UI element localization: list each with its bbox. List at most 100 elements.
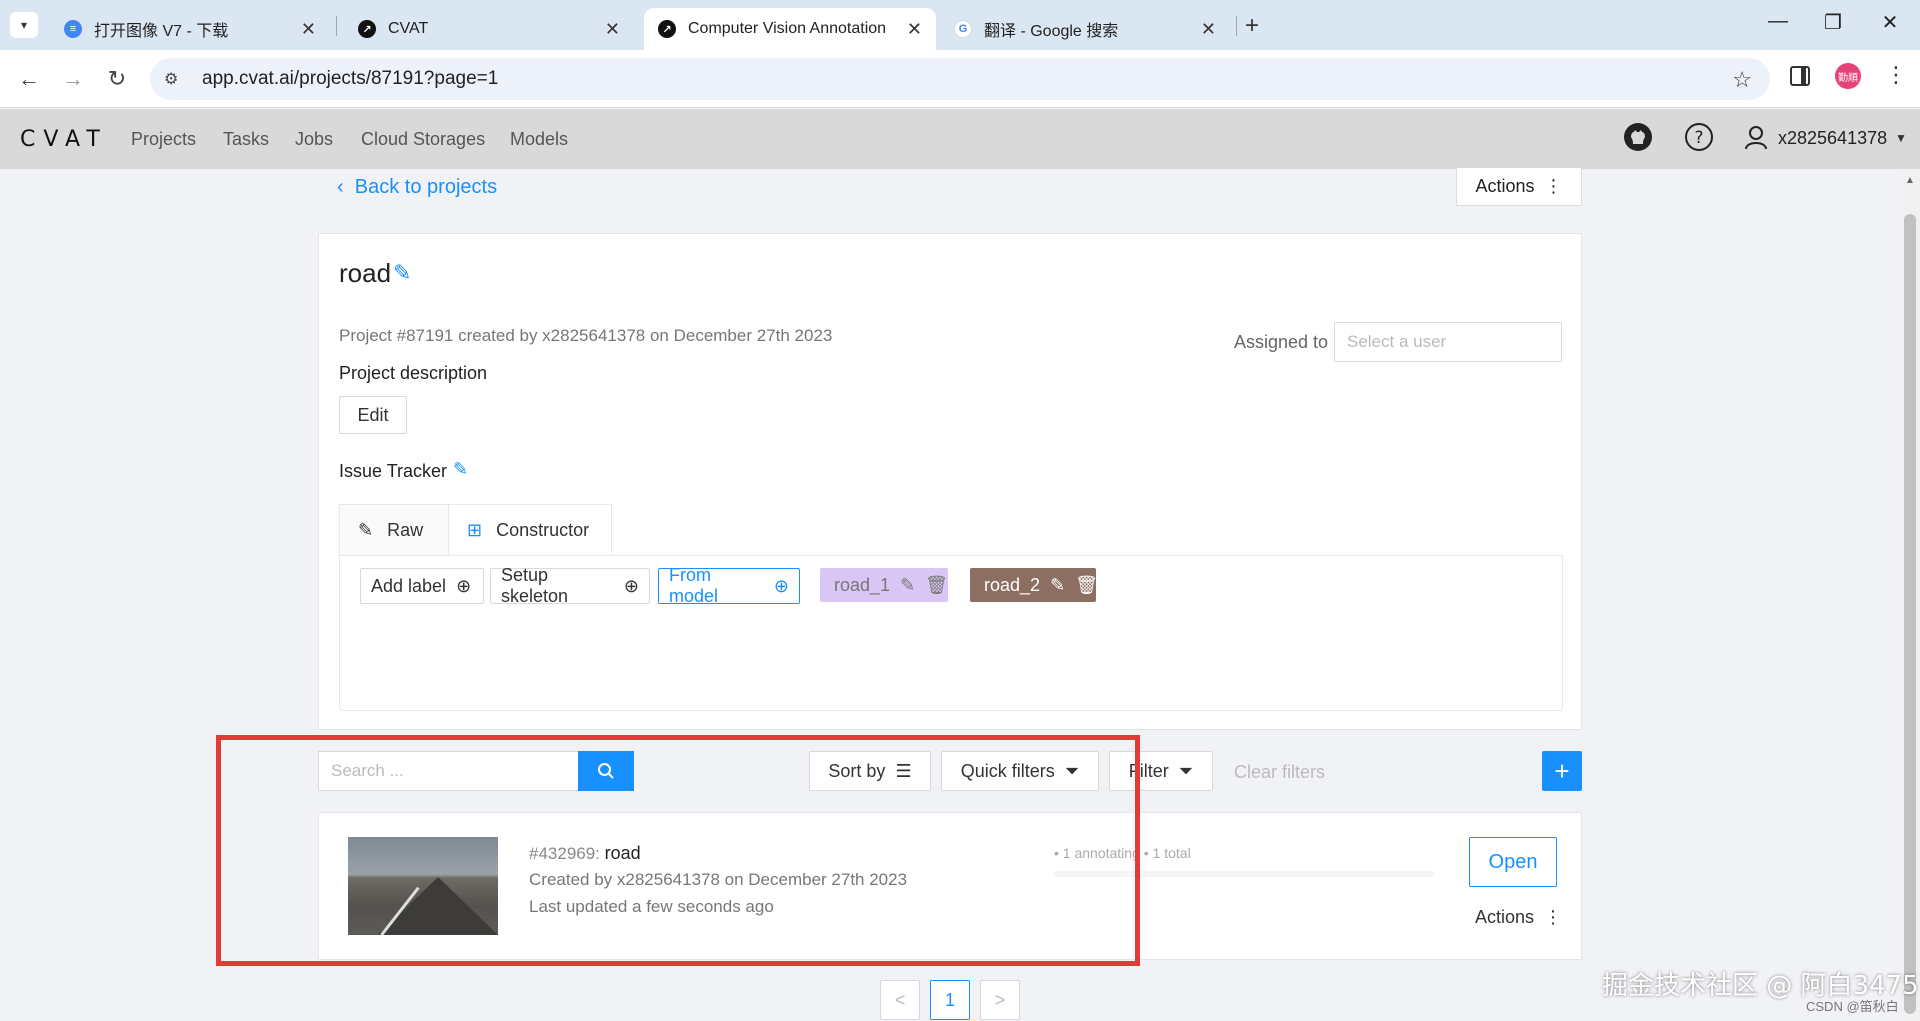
search-input[interactable]: Search ...	[318, 751, 578, 791]
nav-tasks[interactable]: Tasks	[223, 129, 269, 150]
close-icon[interactable]: ✕	[907, 19, 922, 40]
back-arrow-icon[interactable]: ←	[14, 66, 44, 92]
from-model-text: From model	[669, 565, 719, 606]
page-scrollbar[interactable]: ▲	[1900, 169, 1920, 1021]
add-label-button[interactable]: Add label ⊕	[360, 568, 484, 604]
nav-projects[interactable]: Projects	[131, 129, 196, 150]
profile-avatar[interactable]: 勤順	[1835, 63, 1861, 89]
task-actions-label: Actions	[1475, 907, 1535, 927]
minimize-icon[interactable]: —	[1758, 10, 1798, 33]
restore-icon[interactable]: ❐	[1813, 10, 1853, 35]
delete-icon[interactable]: 🗑	[1075, 575, 1098, 596]
actions-label: Actions	[1475, 176, 1535, 196]
close-icon[interactable]: ✕	[605, 19, 620, 40]
forward-arrow-icon[interactable]: →	[58, 66, 88, 92]
label-chip-road-2[interactable]: road_2 ✎ 🗑	[970, 568, 1098, 602]
close-icon[interactable]: ✕	[1201, 19, 1216, 40]
task-updated: Last updated a few seconds ago	[529, 897, 774, 916]
cvat-icon: ↗	[658, 20, 676, 38]
create-task-button[interactable]: +	[1542, 751, 1582, 791]
sort-by-button[interactable]: Sort by ☰	[809, 751, 931, 791]
search-button[interactable]	[578, 751, 634, 791]
google-icon: G	[954, 20, 972, 38]
task-item: #432969: road Created by x2825641378 on …	[318, 812, 1582, 960]
filter-button[interactable]: Filter ⏷	[1109, 751, 1213, 791]
tab-separator	[336, 16, 337, 36]
clear-filters-button[interactable]: Clear filters	[1234, 762, 1325, 783]
scrollbar-thumb[interactable]	[1904, 214, 1916, 1014]
browser-tab-1[interactable]: ≡ 打开图像 V7 - 下载 ✕	[50, 8, 330, 50]
browser-tab-4[interactable]: G 翻译 - Google 搜索 ✕	[940, 8, 1230, 50]
tab-search-button[interactable]: ▾	[10, 12, 38, 38]
user-icon[interactable]	[1740, 121, 1772, 153]
browser-tab-2[interactable]: ↗ CVAT ✕	[344, 8, 634, 50]
cvat-icon: ↗	[358, 20, 376, 38]
help-icon[interactable]: ?	[1683, 121, 1715, 153]
quick-filters-label: Quick filters	[960, 760, 1055, 781]
edit-pencil-icon[interactable]: ✎	[393, 260, 411, 286]
tab-constructor-label: Constructor	[496, 519, 590, 540]
next-page-button[interactable]: >	[980, 980, 1020, 1020]
app-header: CVAT Projects Tasks Jobs Cloud Storages …	[0, 109, 1920, 169]
github-icon[interactable]	[1622, 121, 1654, 153]
site-settings-icon[interactable]: ⚙	[164, 69, 188, 89]
filter-label: Filter	[1128, 760, 1169, 781]
from-model-button[interactable]: From model ⊕	[658, 565, 800, 606]
edit-description-button[interactable]: Edit	[339, 396, 407, 434]
address-bar[interactable]: ⚙ app.cvat.ai/projects/87191?page=1 ☆	[150, 58, 1770, 100]
tab-title: Computer Vision Annotation	[688, 20, 887, 37]
filter-icon: ⏷	[1064, 760, 1080, 781]
sort-label: Sort by	[828, 760, 886, 781]
delete-icon[interactable]: 🗑	[925, 575, 948, 596]
scroll-up-arrow-icon[interactable]: ▲	[1905, 175, 1915, 186]
reload-icon[interactable]: ↻	[102, 66, 132, 92]
bookmark-star-icon[interactable]: ☆	[1732, 67, 1752, 93]
label-chip-road-1[interactable]: road_1 ✎ 🗑	[820, 568, 948, 602]
task-thumbnail[interactable]	[348, 837, 498, 935]
prev-page-button[interactable]: <	[880, 980, 920, 1020]
edit-issue-tracker-icon[interactable]: ✎	[453, 459, 468, 480]
edit-icon[interactable]: ✎	[900, 575, 915, 596]
task-search: Search ...	[318, 751, 634, 791]
page-1-button[interactable]: 1	[930, 980, 970, 1020]
more-vertical-icon: ⋮	[1544, 907, 1563, 927]
nav-models[interactable]: Models	[510, 129, 568, 150]
nav-cloud-storages[interactable]: Cloud Storages	[361, 129, 485, 150]
project-details-card: road ✎ Project #87191 created by x282564…	[318, 233, 1582, 730]
edit-icon: ✎	[358, 519, 374, 540]
watermark-sub: CSDN @笛秋白	[1806, 999, 1899, 1014]
tab-raw[interactable]: ✎ Raw	[339, 504, 449, 556]
cvat-logo[interactable]: CVAT	[20, 127, 108, 152]
back-to-projects-link[interactable]: ‹ Back to projects	[337, 176, 497, 199]
window-close-icon[interactable]: ✕	[1870, 10, 1910, 35]
side-panel-icon[interactable]	[1790, 66, 1810, 86]
close-icon[interactable]: ✕	[301, 19, 316, 40]
road-shape	[378, 877, 498, 935]
setup-skeleton-button[interactable]: Setup skeleton ⊕	[490, 565, 650, 606]
browser-tab-3-active[interactable]: ↗ Computer Vision Annotation ✕	[644, 8, 936, 50]
caret-down-icon[interactable]: ▼	[1895, 131, 1907, 145]
task-name: road	[604, 843, 641, 863]
browser-toolbar: ← → ↻ ⚙ app.cvat.ai/projects/87191?page=…	[0, 50, 1920, 108]
task-created: Created by x2825641378 on December 27th …	[529, 870, 908, 889]
assignee-select[interactable]: Select a user	[1334, 322, 1562, 362]
new-tab-icon[interactable]: +	[1245, 12, 1259, 40]
build-icon: ⊞	[467, 519, 483, 540]
nav-jobs[interactable]: Jobs	[295, 129, 333, 150]
tab-title: 打开图像 V7 - 下载	[94, 23, 229, 40]
tab-title: CVAT	[388, 20, 429, 37]
doc-icon: ≡	[64, 20, 82, 38]
task-actions-button[interactable]: Actions ⋮	[1475, 907, 1562, 928]
edit-icon[interactable]: ✎	[1050, 575, 1065, 596]
quick-filters-button[interactable]: Quick filters ⏷	[941, 751, 1099, 791]
url-text[interactable]: app.cvat.ai/projects/87191?page=1	[202, 68, 498, 90]
task-title[interactable]: #432969: road	[529, 843, 641, 864]
browser-menu-icon[interactable]: ⋮	[1885, 62, 1907, 88]
open-task-button[interactable]: Open	[1469, 837, 1557, 887]
issue-tracker-label: Issue Tracker	[339, 461, 448, 481]
username[interactable]: x2825641378	[1778, 128, 1887, 149]
svg-text:?: ?	[1694, 128, 1703, 148]
project-actions-button[interactable]: Actions ⋮	[1456, 168, 1582, 206]
tab-constructor[interactable]: ⊞ Constructor	[448, 504, 612, 556]
plus-circle-icon: ⊕	[456, 575, 472, 596]
